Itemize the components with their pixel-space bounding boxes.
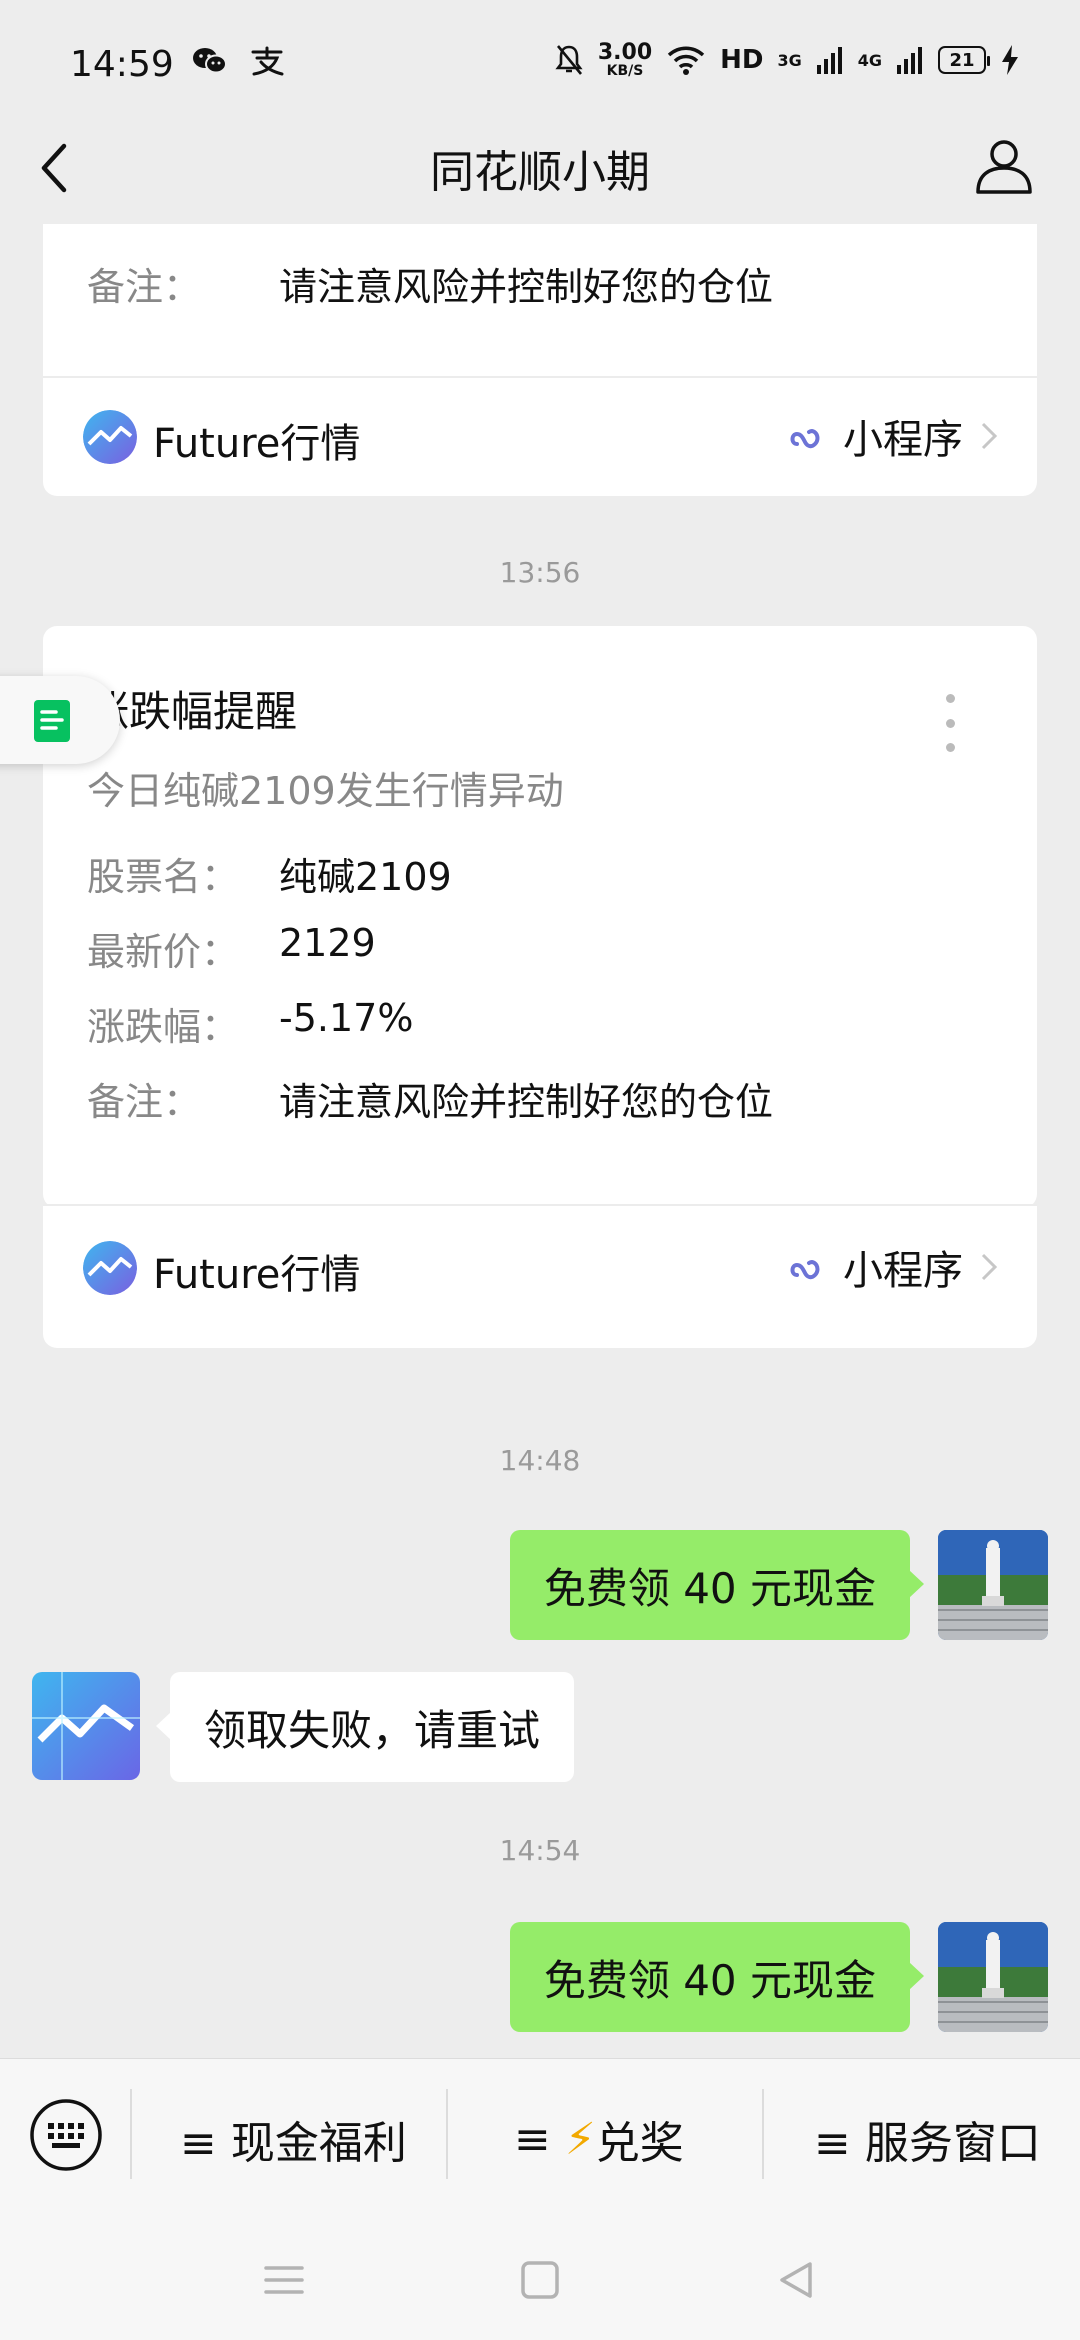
status-indicators: 3.00 KB/S HD 3G 4G 21 [554,42,1020,78]
service-avatar[interactable] [32,1672,140,1780]
field-label: 股票名： [87,855,240,899]
future-logo-icon [83,1241,137,1295]
field-value: 请注意风险并控制好您的仓位 [279,1080,774,1124]
message-bubble-sent[interactable]: 免费领 40 元现金 [509,1922,925,2032]
home-square-icon[interactable] [518,2258,562,2302]
mini-program-footer[interactable]: Future行情 小程序 [43,1208,1037,1328]
alert-card[interactable]: 涨跌幅提醒 今日纯碱2109发生行情异动 股票名： 纯碱2109 最新价： 21… [43,626,1037,1208]
menu-label: 兑奖 [595,2118,684,2169]
mute-bell-icon [555,45,583,75]
field-label: 最新价： [87,930,240,974]
menu-cash-benefits[interactable]: ≡ 现金福利 [180,2107,407,2171]
net-speed-unit: KB/S [606,63,644,79]
chevron-right-icon [981,422,998,450]
message-bubble-sent[interactable]: 免费领 40 元现金 [509,1530,925,1640]
wechat-icon [193,48,227,74]
mini-program-footer[interactable]: Future行情 小程序 [43,377,1037,497]
alert-card[interactable]: 备注： 请注意风险并控制好您的仓位 Future行情 小程序 [43,224,1037,496]
card-divider [43,1204,1037,1206]
menu-service-window[interactable]: ≡ 服务窗口 [814,2107,1041,2171]
net-4g-label: 4G [857,50,882,70]
field-label: 备注： [87,265,202,309]
field-note: 备注： 请注意风险并控制好您的仓位 [87,1071,773,1126]
statue-photo-icon [938,1530,1048,1640]
hd-label: HD [720,45,764,75]
menu-label: ≡ 服务窗口 [814,2118,1041,2169]
message-bubble-received[interactable]: 领取失败，请重试 [155,1672,575,1782]
keyboard-icon[interactable] [28,2097,104,2173]
mini-program-tag: 小程序 [785,407,1001,465]
timestamp: 14:54 [499,1834,581,1867]
wifi-icon [667,46,705,75]
chevron-right-icon [981,1253,998,1281]
net-speed-value: 3.00 [597,40,653,65]
back-triangle-icon[interactable] [774,2258,818,2302]
future-logo-icon [32,1672,140,1780]
my-avatar[interactable] [938,1530,1048,1640]
alipay-icon [251,46,284,76]
charging-icon [1002,45,1018,75]
future-logo-icon [83,410,137,464]
status-time: 14:59 [70,44,174,85]
field-value: 请注意风险并控制好您的仓位 [279,265,774,309]
more-options-icon[interactable] [945,694,955,752]
menu-divider [130,2089,132,2179]
signal-3g-icon [816,47,842,74]
timestamp: 14:48 [499,1444,581,1477]
field-value: 2129 [279,921,376,965]
status-bar: 14:59 3.00 KB/S HD 3G 4G 21 [0,0,1080,132]
field-label: 涨跌幅： [87,1005,240,1049]
lightning-icon: ⚡ [564,2113,596,2165]
field-stock-name: 股票名： 纯碱2109 [87,846,452,901]
field-note: 备注： 请注意风险并控制好您的仓位 [87,256,773,311]
mini-program-name: Future行情 [153,421,361,467]
my-avatar[interactable] [938,1922,1048,2032]
mini-program-name: Future行情 [153,1252,361,1298]
menu-redeem[interactable]: ≡ ⚡ 兑奖 [514,2107,684,2171]
field-latest-price: 最新价： 2129 [87,921,376,976]
service-menu-bar: ≡ 现金福利 ≡ ⚡ 兑奖 ≡ 服务窗口 [0,2058,1080,2218]
net-3g-label: 3G [777,50,802,70]
menu-divider [762,2089,764,2179]
mini-program-link-icon [790,1260,820,1280]
menu-divider [446,2089,448,2179]
net-speed: 3.00 KB/S [597,40,653,79]
timestamp: 13:56 [499,556,581,589]
chat-title: 同花顺小期 [430,147,650,198]
card-description: 今日纯碱2109发生行情异动 [87,769,564,813]
field-value: 纯碱2109 [279,855,452,899]
signal-4g-icon [897,47,922,74]
chat-scroll-area[interactable]: 备注： 请注意风险并控制好您的仓位 Future行情 小程序 13:56 涨跌幅… [0,224,1080,2058]
user-profile-icon[interactable] [972,134,1036,198]
document-icon [34,700,70,742]
field-change: 涨跌幅： -5.17% [87,996,413,1051]
field-label: 备注： [87,1080,202,1124]
status-app-icons [192,46,284,76]
system-navigation-bar [0,2218,1080,2340]
menu-label: ≡ 现金福利 [180,2118,407,2169]
menu-lines-icon[interactable] [262,2258,306,2302]
menu-prefix: ≡ [514,2113,551,2165]
mini-program-label: 小程序 [843,417,963,463]
mini-program-tag: 小程序 [785,1238,1001,1296]
alert-card-bottom[interactable]: Future行情 小程序 [43,1204,1037,1348]
nav-bar: 同花顺小期 [0,120,1080,224]
battery-level: 21 [949,49,975,71]
mini-program-link-icon [790,429,820,449]
battery-indicator: 21 [938,46,990,74]
floating-note-tab[interactable] [0,676,120,764]
field-value: -5.17% [279,996,414,1040]
mini-program-label: 小程序 [843,1248,963,1294]
statue-photo-icon [938,1922,1048,2032]
